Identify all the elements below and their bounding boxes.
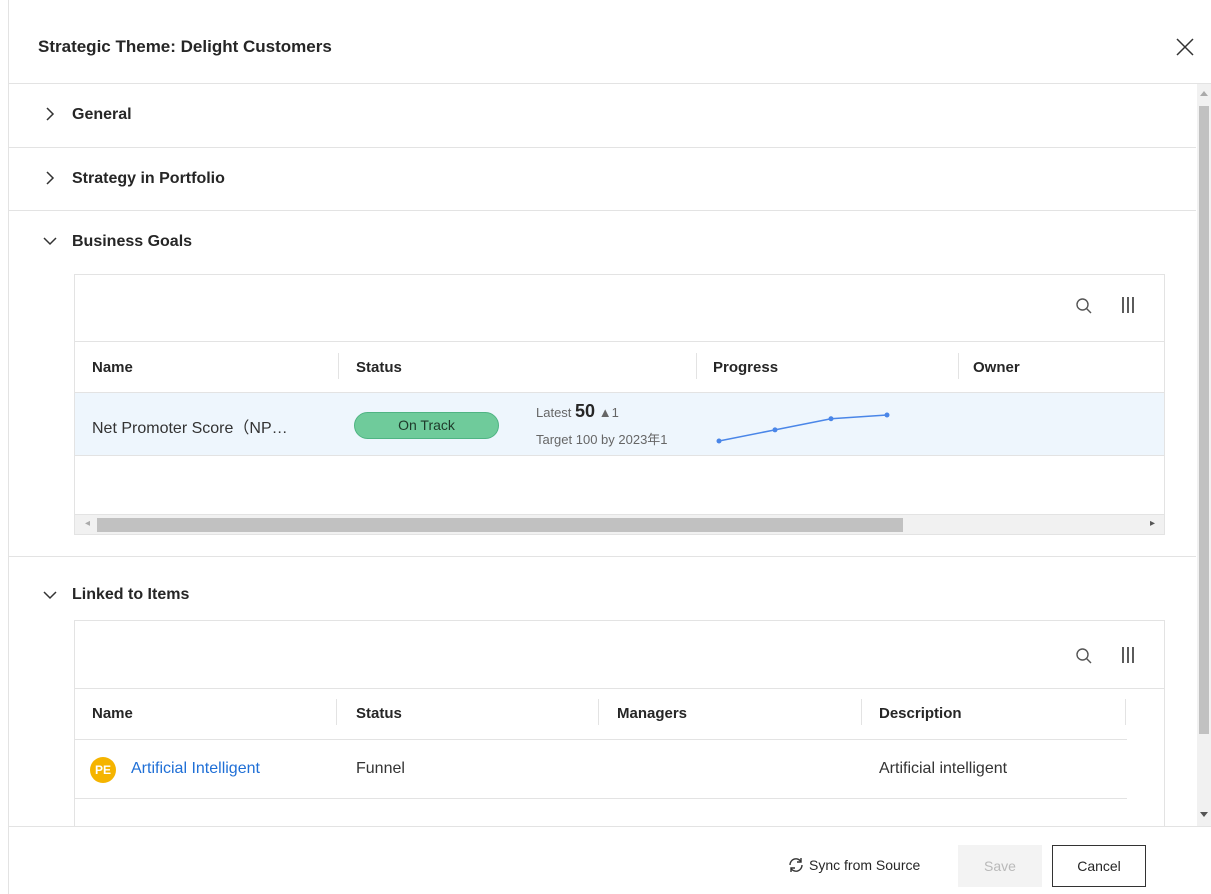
column-header-name[interactable]: Name (92, 359, 133, 376)
dialog-footer: Sync from Source Save Cancel (9, 826, 1211, 894)
sync-label: Sync from Source (809, 857, 921, 873)
status-badge: On Track (354, 412, 499, 439)
cancel-button[interactable]: Cancel (1052, 845, 1146, 887)
save-button[interactable]: Save (958, 845, 1042, 887)
columns-icon[interactable] (1118, 295, 1138, 315)
column-header-description[interactable]: Description (879, 705, 962, 722)
scroll-right-icon[interactable]: ▸ (1150, 518, 1155, 529)
columns-icon[interactable] (1118, 645, 1138, 665)
column-divider (696, 353, 697, 379)
sparkline-point (884, 412, 890, 418)
column-header-status[interactable]: Status (356, 705, 402, 722)
column-header-status[interactable]: Status (356, 359, 402, 376)
section-general-label: General (72, 106, 132, 123)
goal-name[interactable]: Net Promoter Score（NP… (92, 414, 288, 438)
section-general: General (9, 84, 1196, 148)
column-divider (1125, 699, 1126, 725)
section-business-goals-toggle[interactable]: Business Goals (9, 211, 1196, 274)
row-divider (75, 455, 1164, 456)
target-text: Target 100 by 2023年1 (536, 432, 668, 447)
column-divider (336, 699, 337, 725)
section-linked-items-toggle[interactable]: Linked to Items (9, 557, 1196, 620)
column-header-progress[interactable]: Progress (713, 359, 778, 376)
sparkline-point (828, 416, 834, 422)
item-description: Artificial intelligent (879, 760, 1008, 777)
section-strategy-label: Strategy in Portfolio (72, 170, 225, 187)
chevron-down-icon (43, 237, 57, 246)
dialog-title: Strategic Theme: Delight Customers (38, 37, 332, 56)
latest-label: Latest (536, 405, 572, 420)
section-strategy-toggle[interactable]: Strategy in Portfolio (9, 148, 1196, 211)
chevron-down-icon (43, 591, 57, 600)
search-icon[interactable] (1074, 646, 1094, 666)
sparkline-point (772, 427, 778, 433)
vertical-scrollbar[interactable] (1197, 84, 1211, 826)
search-icon[interactable] (1074, 296, 1094, 316)
section-general-toggle[interactable]: General (9, 84, 1196, 147)
sync-icon (789, 858, 803, 872)
scrollbar-thumb[interactable] (1199, 106, 1209, 734)
scroll-left-icon[interactable]: ◂ (85, 518, 90, 529)
progress-sparkline (716, 412, 890, 444)
sparkline-point (716, 438, 722, 444)
column-divider (958, 353, 959, 379)
latest-delta: ▲1 (598, 405, 619, 420)
column-header-owner[interactable]: Owner (973, 359, 1020, 376)
sparkline-line (718, 414, 888, 442)
row-divider (75, 798, 1127, 799)
section-business-goals: Business Goals Name Status Progress Owne… (9, 211, 1196, 557)
header-divider (75, 341, 1164, 342)
scrollbar-thumb[interactable] (97, 518, 903, 532)
linked-items-table: Name Status Managers Description PE Arti… (74, 620, 1165, 826)
dialog-header: Strategic Theme: Delight Customers (9, 0, 1211, 84)
column-divider (598, 699, 599, 725)
chevron-right-icon (46, 107, 55, 121)
header-divider (75, 688, 1164, 689)
column-header-managers[interactable]: Managers (617, 705, 687, 722)
item-type-avatar: PE (90, 757, 116, 783)
section-linked-items: Linked to Items Name Status Managers Des… (9, 557, 1196, 826)
column-divider (338, 353, 339, 379)
section-strategy: Strategy in Portfolio (9, 148, 1196, 211)
dialog-body: General Strategy in Portfolio Business G… (9, 84, 1197, 826)
horizontal-scrollbar[interactable]: ◂ ▸ (75, 514, 1164, 534)
close-icon[interactable] (1172, 34, 1198, 60)
item-name-link[interactable]: Artificial Intelligent (131, 760, 260, 778)
latest-value: Latest 50 ▲1 (536, 401, 619, 422)
section-linked-items-label: Linked to Items (72, 586, 190, 603)
scroll-up-icon[interactable] (1200, 90, 1208, 96)
section-business-goals-label: Business Goals (72, 233, 193, 250)
column-header-name[interactable]: Name (92, 705, 133, 722)
scroll-down-icon[interactable] (1200, 812, 1208, 818)
item-status: Funnel (356, 760, 405, 777)
table-row[interactable]: Net Promoter Score（NP… On Track Latest 5… (75, 393, 1164, 455)
table-row[interactable]: PE Artificial Intelligent Funnel Artific… (75, 740, 1127, 798)
latest-number: 50 (575, 401, 596, 421)
business-goals-table: Name Status Progress Owner Net Promoter … (74, 274, 1165, 535)
chevron-right-icon (46, 171, 55, 185)
column-divider (861, 699, 862, 725)
